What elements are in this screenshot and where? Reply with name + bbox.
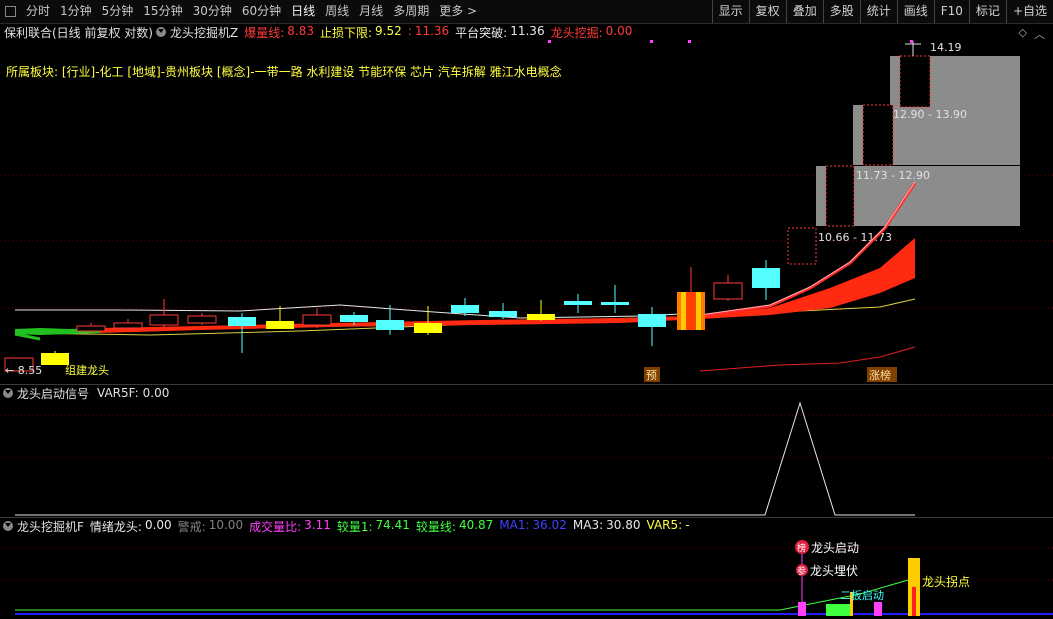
candle-8 (302, 314, 332, 326)
period-tab-15min[interactable]: 15分钟 (138, 0, 187, 23)
adjust-button[interactable]: 复权 (748, 0, 786, 23)
candle-18 (713, 282, 743, 300)
period-tab-fenshi[interactable]: 分时 (21, 0, 55, 23)
period-tab-weekly[interactable]: 周线 (320, 0, 354, 23)
candle-19 (752, 268, 780, 288)
top-signal-dots (548, 40, 913, 43)
period-tab-multi[interactable]: 多周期 (388, 0, 434, 23)
period-tab-monthly[interactable]: 月线 (354, 0, 388, 23)
chevron-right-icon: > (463, 4, 478, 18)
show-button[interactable]: 显示 (711, 0, 749, 23)
longtou-guaidian-label: 龙头拐点 (922, 574, 970, 589)
signal-chart[interactable] (0, 385, 1053, 517)
zhangbang-marker: 涨榜 (869, 368, 891, 382)
longtou-maifu-label: 龙头埋伏 (810, 564, 858, 578)
period-tab-more[interactable]: 更多 > (434, 0, 482, 23)
add-watchlist-button[interactable]: +自选 (1005, 0, 1053, 23)
overlay-button[interactable]: 叠加 (785, 0, 823, 23)
can-marker: 参 (797, 565, 806, 577)
bang-marker: 榜 (797, 542, 806, 554)
candle-15 (564, 301, 592, 305)
candle-11 (414, 323, 442, 333)
period-tab-30min[interactable]: 30分钟 (188, 0, 237, 23)
draw-line-button[interactable]: 画线 (896, 0, 934, 23)
candles (4, 260, 780, 372)
bottom-left-label: 组建龙头 (65, 363, 109, 377)
candle-3 (113, 322, 143, 329)
candle-12 (451, 305, 479, 313)
bottom-chart[interactable]: 榜 龙头启动 参 龙头埋伏 二板启动 龙头拐点 (0, 518, 1053, 619)
mark-button[interactable]: 标记 (968, 0, 1006, 23)
statistics-button[interactable]: 统计 (859, 0, 897, 23)
bottom-green-line (15, 577, 916, 611)
erban-qidong-label: 二板启动 (840, 588, 884, 602)
level-label-1: 12.90 - 13.90 (893, 108, 967, 121)
low-price-label: ← 8.55 (5, 364, 42, 377)
candle-13 (489, 311, 517, 317)
period-tab-daily[interactable]: 日线 (286, 0, 320, 23)
signal-line (15, 401, 915, 516)
yu-marker: 预 (646, 369, 657, 382)
candle-16 (601, 302, 629, 305)
candle-14 (527, 314, 555, 320)
candlestick-chart[interactable]: 14.19 12.90 - 13.90 11.73 - 12.90 10.66 … (0, 23, 1053, 384)
candle-4 (149, 314, 179, 326)
period-tab-5min[interactable]: 5分钟 (97, 0, 139, 23)
candle-7 (266, 321, 294, 329)
candle-6 (228, 317, 256, 326)
f10-button[interactable]: F10 (933, 0, 969, 23)
resistance-levels: 14.19 12.90 - 13.90 11.73 - 12.90 10.66 … (787, 41, 1020, 265)
level-label-2: 11.73 - 12.90 (856, 169, 930, 182)
longtou-qidong-label: 龙头启动 (811, 541, 859, 555)
high-price-label: 14.19 (930, 41, 962, 54)
candle-17 (638, 314, 666, 327)
candle-5 (187, 315, 217, 324)
window-icon[interactable] (5, 6, 16, 17)
candle-9 (340, 315, 368, 322)
period-tab-1min[interactable]: 1分钟 (55, 0, 97, 23)
multi-stock-button[interactable]: 多股 (822, 0, 860, 23)
period-tab-60min[interactable]: 60分钟 (237, 0, 286, 23)
period-toolbar: 分时 1分钟 5分钟 15分钟 30分钟 60分钟 日线 周线 月线 多周期 更… (0, 0, 1053, 24)
candle-10 (376, 320, 404, 330)
candle-2 (76, 325, 106, 332)
